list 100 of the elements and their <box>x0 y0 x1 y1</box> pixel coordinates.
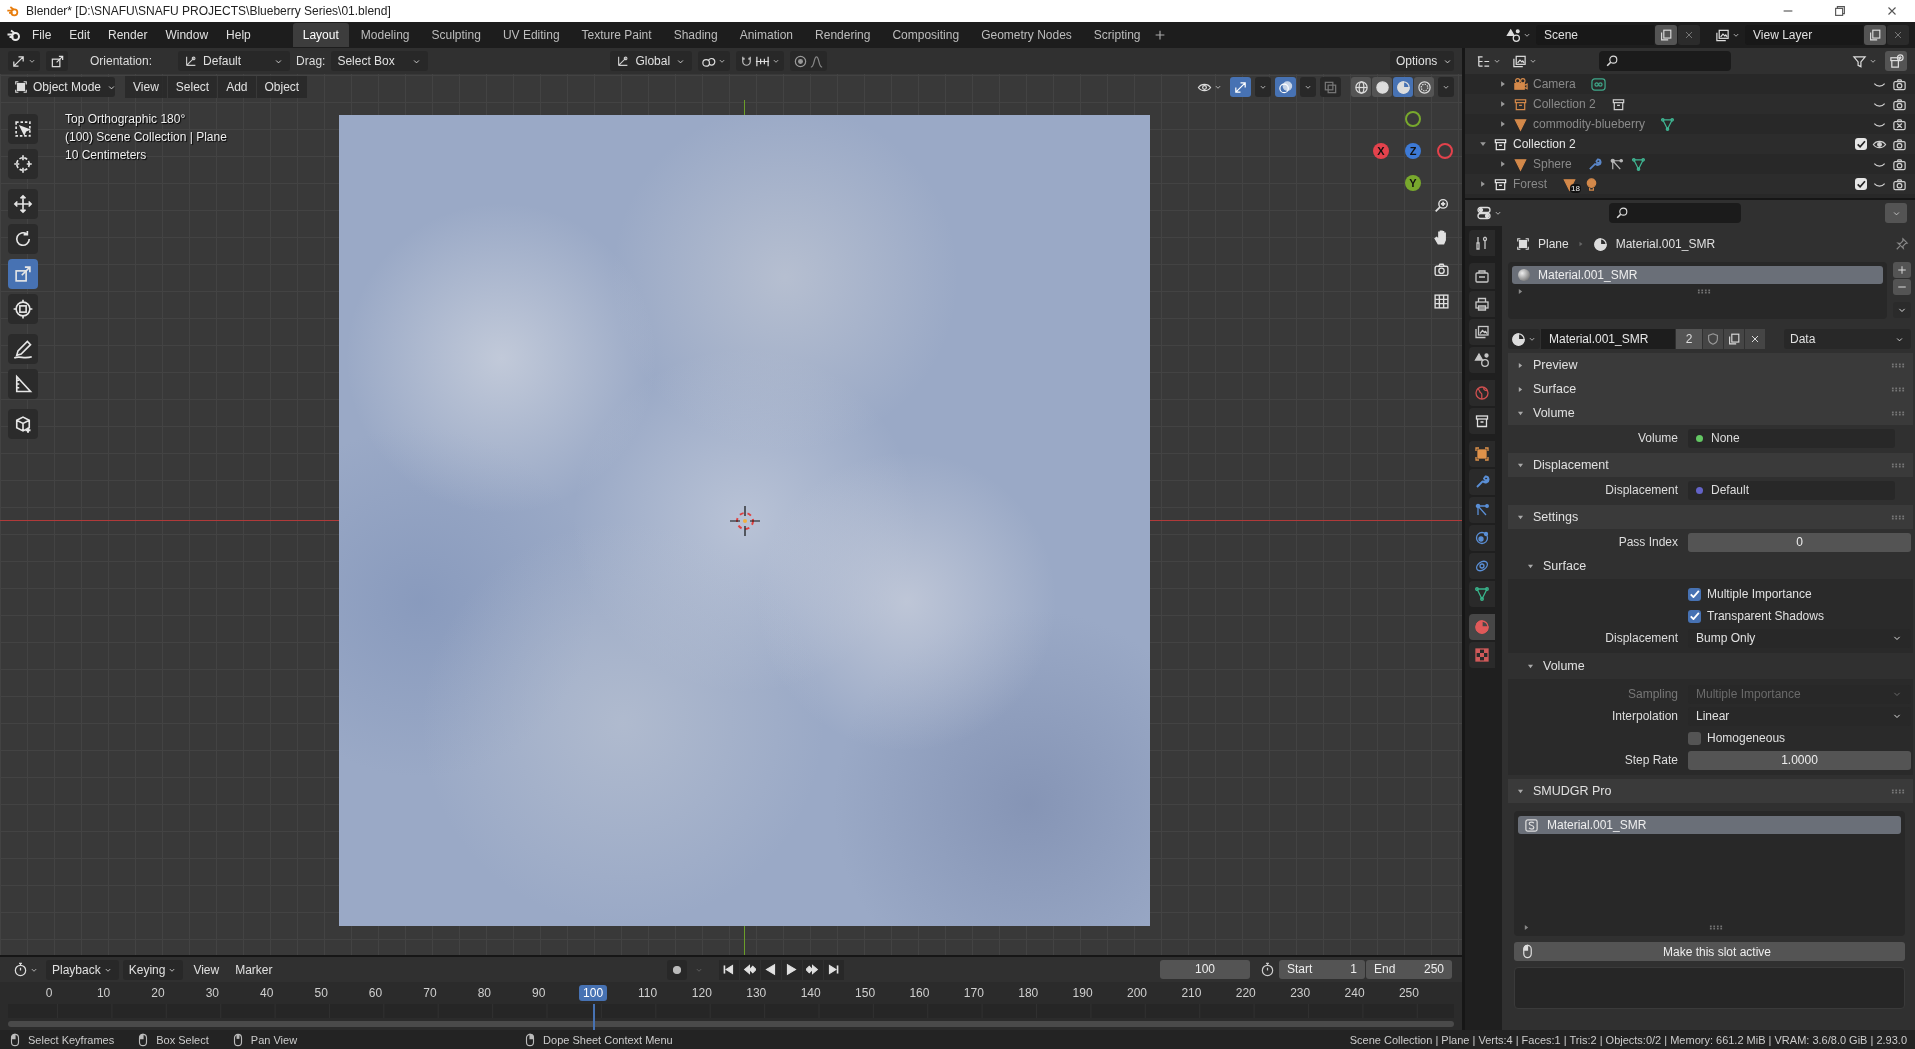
link-dropdown[interactable]: Data <box>1784 329 1911 349</box>
field-label: Sampling <box>1626 687 1678 701</box>
panel-title: Displacement <box>1533 458 1609 472</box>
start-frame-field[interactable]: Start 1 <box>1279 960 1365 979</box>
outliner-item-name[interactable]: Collection 2 <box>1513 137 1576 151</box>
outliner-item-name[interactable]: commodity-blueberry <box>1533 117 1646 131</box>
frame-number: 70 <box>422 985 438 1001</box>
current-frame-field[interactable]: 100 <box>1160 960 1250 979</box>
playhead-frame-badge[interactable]: 100 <box>579 985 608 1001</box>
list-item[interactable]: Material.001_SMR <box>1518 816 1901 834</box>
user-count-field[interactable]: 2 <box>1676 329 1702 349</box>
frame-number: 250 <box>1397 985 1420 1001</box>
frame-number: 60 <box>367 985 384 1001</box>
field-value: None <box>1711 431 1740 445</box>
panel-header[interactable]: SMUDGR Pro <box>1508 779 1913 803</box>
workspace-tab[interactable]: Shading <box>663 23 728 47</box>
dropdown-value: Bump Only <box>1696 631 1757 645</box>
scene-statistics: Scene Collection | Plane | Verts:4 | Faces:1 | Tris:2 | Objects:0/2 | Memory: 661.2 MiB | VRAM: 3.6/8.0 GiB | 2.93.0 <box>1349 1033 1907 1046</box>
outliner-row[interactable]: Forest 18 <box>1465 174 1915 194</box>
material-slot[interactable]: Material.001_SMR <box>1512 266 1883 284</box>
panel-header[interactable]: Surface <box>1508 377 1913 401</box>
checkbox-label[interactable]: Multiple Importance <box>1707 587 1812 601</box>
axis-label: X <box>1377 145 1385 157</box>
frame-number: 170 <box>962 985 985 1001</box>
menu-item[interactable]: Edit <box>61 25 99 45</box>
workspace-tab[interactable]: Texture Paint <box>571 23 662 47</box>
drag-label: Drag: <box>296 54 326 68</box>
viewport-canvas[interactable]: Top Orthographic 180° (100) Scene Collection | Plane 10 Centimeters X Z Y <box>0 100 1462 955</box>
dropdown-value: Multiple Importance <box>1696 687 1802 701</box>
outliner-row[interactable]: Collection 2 <box>1465 94 1915 114</box>
field-label: Interpolation <box>1610 709 1678 723</box>
panel-header[interactable]: Displacement <box>1508 453 1913 477</box>
menu-item[interactable]: File <box>24 25 60 45</box>
transform-orientation-dropdown[interactable]: Global <box>610 51 693 71</box>
menu-item[interactable]: Playback <box>46 959 119 980</box>
workspace-tab[interactable]: Animation <box>729 23 804 47</box>
outliner-row[interactable]: Collection 2 <box>1465 134 1915 154</box>
breadcrumb-item: Material.001_SMR <box>1615 237 1716 251</box>
panel-header[interactable]: Volume <box>1508 401 1913 425</box>
view-layer-name-field[interactable]: View Layer <box>1745 25 1863 45</box>
outliner-row[interactable]: Sphere <box>1465 154 1915 174</box>
field-label: Volume <box>1636 431 1678 445</box>
socket-field[interactable]: Default <box>1688 480 1895 500</box>
panel-title: Surface <box>1533 382 1577 396</box>
panel-title: Settings <box>1533 510 1579 524</box>
frame-number: 10 <box>95 985 112 1001</box>
workspace-tab[interactable]: Modeling <box>350 23 420 47</box>
number-field[interactable]: 1.0000 <box>1688 750 1911 770</box>
subpanel-header[interactable]: Volume <box>1508 653 1913 679</box>
options-dropdown[interactable]: Options <box>1390 51 1454 71</box>
workspace-tab[interactable]: Layout <box>292 23 349 47</box>
subpanel-header[interactable]: Surface <box>1508 553 1913 579</box>
frame-number: 50 <box>313 985 329 1001</box>
drag-dropdown[interactable]: Select Box <box>331 51 429 71</box>
workspace-tab[interactable]: Scripting <box>1083 23 1151 47</box>
field-label: Displacement <box>1604 483 1678 497</box>
menu-item[interactable]: Object <box>256 76 308 98</box>
outliner-row[interactable]: Camera <box>1465 74 1915 94</box>
workspace-tab[interactable]: Geometry Nodes <box>971 23 1082 47</box>
frame-number: 20 <box>150 985 166 1001</box>
scene-name-field[interactable]: Scene <box>1536 25 1654 45</box>
make-slot-active-button[interactable]: Make this slot active <box>1514 942 1905 961</box>
workspace-tab[interactable]: Rendering <box>805 23 881 47</box>
menu-item[interactable]: Help <box>218 25 259 45</box>
menu-item[interactable]: Window <box>157 25 217 45</box>
menu-item[interactable]: Keying <box>122 959 184 980</box>
viewport-info-text: (100) Scene Collection | Plane <box>65 129 227 146</box>
frame-number: 160 <box>908 985 931 1001</box>
workspace-tab[interactable]: UV Editing <box>492 23 570 47</box>
menu-item[interactable]: View <box>187 959 226 980</box>
menu-item[interactable]: View <box>125 76 167 98</box>
menu-item[interactable]: Add <box>218 76 256 98</box>
orientation-dropdown[interactable]: Default <box>178 51 291 71</box>
outliner-row[interactable]: commodity-blueberry <box>1465 114 1915 134</box>
panel-title: Volume <box>1533 406 1575 420</box>
panel-header[interactable]: Preview <box>1508 353 1913 377</box>
menu-item[interactable]: Marker <box>229 959 279 980</box>
outliner-item-name[interactable]: Sphere <box>1533 157 1572 171</box>
end-frame-field[interactable]: End 250 <box>1366 960 1452 979</box>
socket-field[interactable]: None <box>1688 428 1895 448</box>
frame-number: 190 <box>1071 985 1094 1001</box>
field-label: Pass Index <box>1617 535 1678 549</box>
checkbox-label[interactable]: Transparent Shadows <box>1707 609 1824 623</box>
workspace-tab[interactable]: Sculpting <box>421 23 491 47</box>
outliner-item-name[interactable]: Collection 2 <box>1533 97 1596 111</box>
frame-number: 140 <box>799 985 822 1001</box>
workspace-tab[interactable]: Compositing <box>882 23 970 47</box>
panel-header[interactable]: Settings <box>1508 505 1913 529</box>
axis-label: Z <box>1409 145 1417 157</box>
menu-item[interactable]: Render <box>100 25 156 45</box>
material-name-field[interactable]: Material.001_SMR <box>1541 329 1675 349</box>
frame-number: 210 <box>1180 985 1203 1001</box>
outliner-item-name[interactable]: Camera <box>1533 77 1576 91</box>
navigation-gizmo[interactable]: X Z Y <box>1371 109 1455 193</box>
outliner-item-name[interactable]: Forest <box>1513 177 1547 191</box>
mode-dropdown[interactable]: Object Mode <box>8 77 115 97</box>
number-field[interactable]: 0 <box>1688 532 1911 552</box>
field-value: 1 <box>1350 961 1357 978</box>
checkbox-label[interactable]: Homogeneous <box>1707 731 1786 745</box>
menu-item[interactable]: Select <box>167 76 218 98</box>
